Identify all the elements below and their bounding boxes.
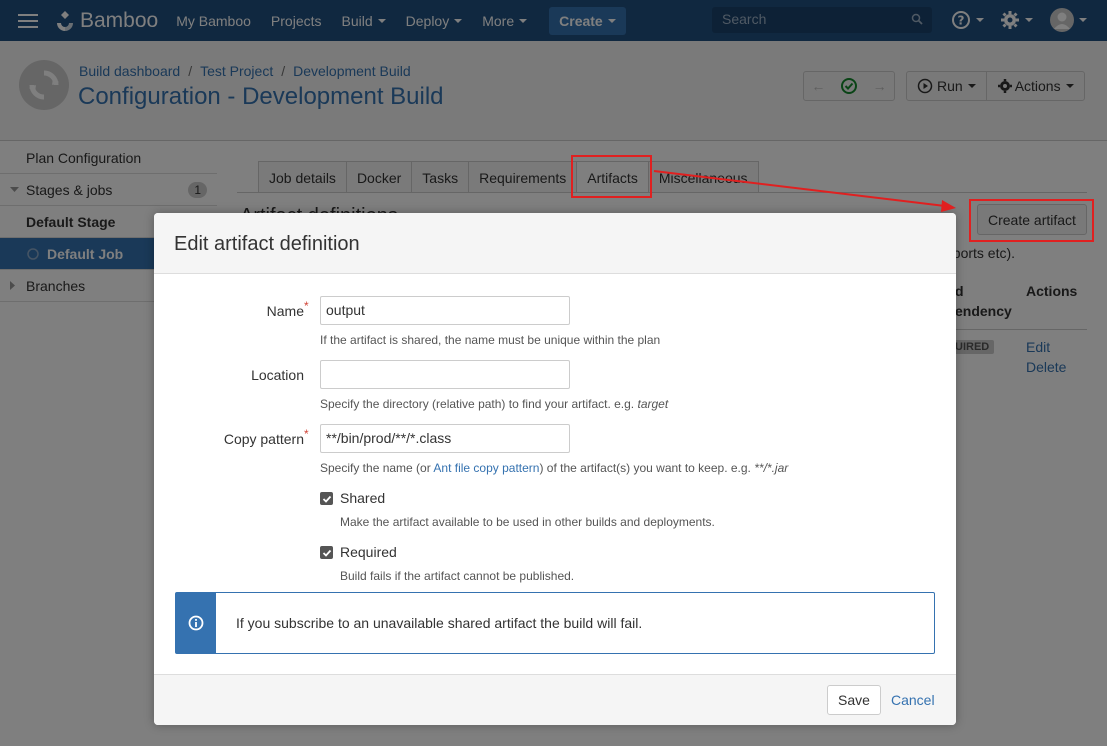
arrow-line [653, 170, 946, 207]
annotation-arrow [653, 170, 956, 212]
arrow-head-icon [941, 200, 956, 212]
